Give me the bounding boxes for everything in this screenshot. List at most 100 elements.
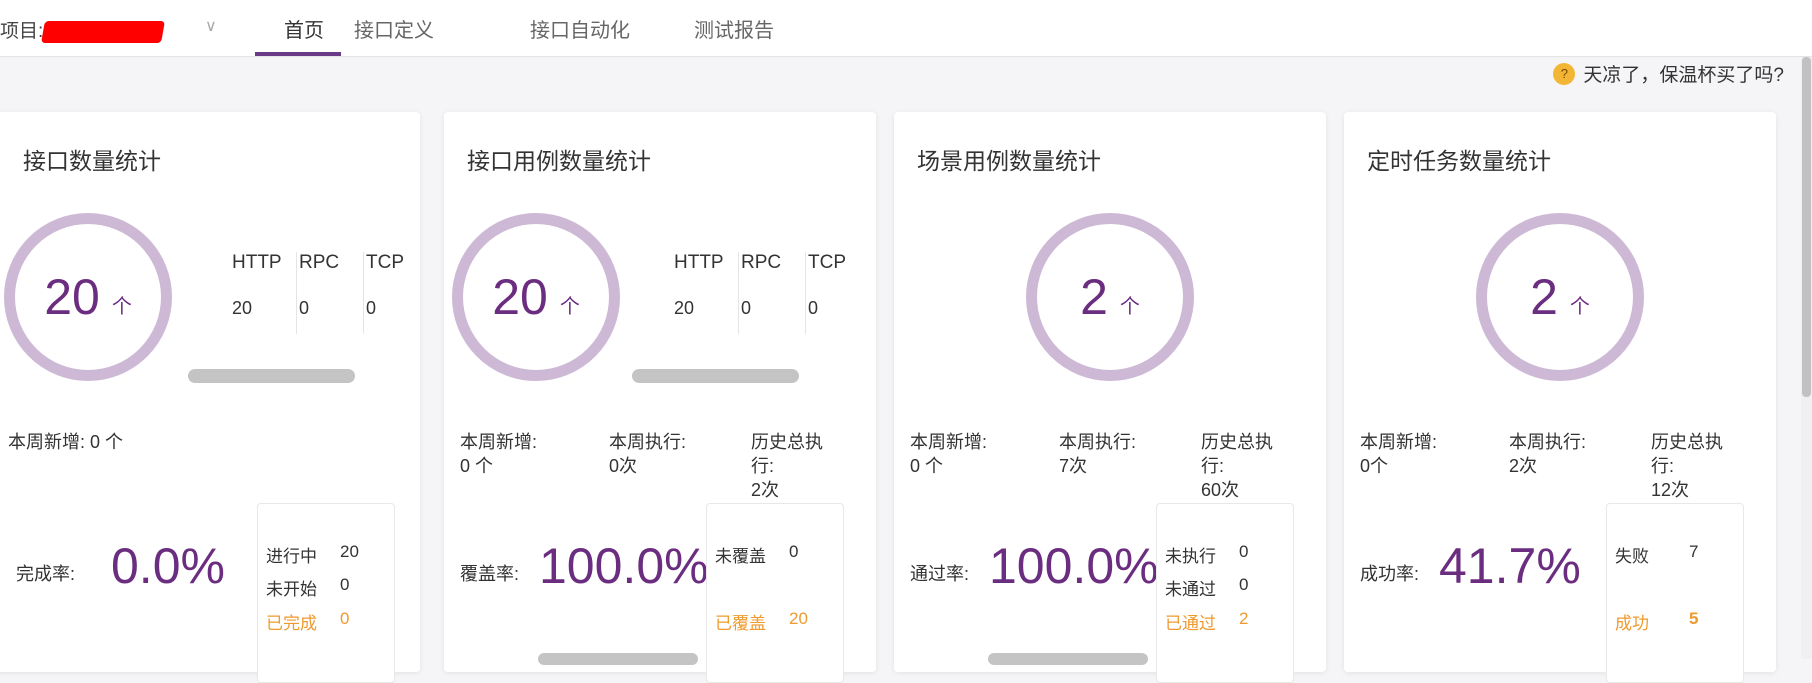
legend-box: 未执行 0 未通过 0 已通过 2 xyxy=(1156,503,1294,683)
rate-label: 覆盖率: xyxy=(460,564,520,584)
protocol-column: HTTP 20 xyxy=(672,252,739,334)
legend-label: 未执行 xyxy=(1165,547,1216,566)
rate-label: 完成率: xyxy=(16,564,76,584)
redacted-project-name xyxy=(41,20,166,43)
tab-test-report[interactable]: 测试报告 xyxy=(694,14,774,43)
count-value: 2 xyxy=(1080,269,1108,325)
protocol-table: HTTP 20 RPC 0 TCP 0 xyxy=(230,252,431,334)
protocol-column: HTTP 20 xyxy=(230,252,297,334)
count-unit: 个 xyxy=(111,295,132,318)
legend-label: 已通过 xyxy=(1165,614,1216,633)
protocol-table: HTTP 20 RPC 0 TCP 0 xyxy=(672,252,873,334)
count-unit: 个 xyxy=(1119,295,1140,318)
protocol-name: RPC xyxy=(741,252,782,273)
card-title: 接口数量统计 xyxy=(23,148,161,174)
chevron-down-icon[interactable]: ∨ xyxy=(205,16,217,36)
count-value: 20 xyxy=(492,269,548,325)
legend-box: 失败 7 成功 5 xyxy=(1606,503,1744,683)
legend-row: 失败 7 xyxy=(1615,542,1698,567)
protocol-name: HTTP xyxy=(232,252,282,273)
tab-home[interactable]: 首页 xyxy=(284,14,324,43)
card-title: 定时任务数量统计 xyxy=(1367,148,1551,174)
legend-label: 已完成 xyxy=(266,614,317,633)
protocol-column: RPC 0 xyxy=(739,252,806,334)
legend-row: 已覆盖 20 xyxy=(715,609,808,634)
project-selector[interactable]: 项目: xyxy=(0,16,166,43)
legend-value: 0 xyxy=(340,609,350,628)
count-unit: 个 xyxy=(559,295,580,318)
count-ring: 20 个 xyxy=(4,213,172,381)
protocol-name: TCP xyxy=(808,252,846,273)
count-ring: 20 个 xyxy=(452,213,620,381)
legend-label: 未开始 xyxy=(266,580,317,599)
legend-label: 失败 xyxy=(1615,547,1649,566)
count-ring: 2个 xyxy=(1476,213,1644,381)
count-unit: 个 xyxy=(1569,295,1590,318)
project-label: 项目: xyxy=(0,21,44,42)
top-nav: 项目: ∨ 首页 接口定义 接口自动化 测试报告 xyxy=(0,0,1812,57)
legend-box: 未覆盖 0 已覆盖 20 xyxy=(706,503,844,683)
legend-row: 未通过 0 xyxy=(1165,575,1248,600)
legend-value: 5 xyxy=(1689,609,1699,628)
stat-item: 历史总执 行: 12次 xyxy=(1651,432,1723,500)
legend-value: 0 xyxy=(789,542,799,561)
tip-banner: ? 天凉了，保温杯买了吗? xyxy=(1553,60,1784,87)
card-scenario-case-count: 场景用例数量统计 2 个本周新增: 0 个本周执行: 7次 历史总执 行: 60次 通过… xyxy=(894,112,1326,683)
legend-value: 20 xyxy=(789,609,808,628)
legend-row: 未开始 0 xyxy=(266,575,349,600)
tab-api-definition[interactable]: 接口定义 xyxy=(354,14,434,43)
stat-item: 本周新增: 0 个 xyxy=(8,432,124,452)
card-scheduled-task-count: 定时任务数量统计 2 个本周新增: 0个 本周执行: 2次 历史总执 行: 12次成功率… xyxy=(1344,112,1776,683)
rate-value: 41.7% xyxy=(1439,538,1581,594)
thinking-face-icon: ? xyxy=(1553,62,1576,85)
card-api-count: 接口数量统计 20 个 HTTP 20 RPC 0 TCP 0 本周新增: 0 个完成率: 0.0%… xyxy=(0,112,420,683)
protocol-column: TCP 0 xyxy=(364,252,431,334)
count-value: 20 xyxy=(44,269,100,325)
protocol-column: TCP 0 xyxy=(806,252,873,334)
tab-api-automation[interactable]: 接口自动化 xyxy=(530,14,630,43)
card-title: 场景用例数量统计 xyxy=(917,148,1101,174)
horizontal-scrollbar[interactable] xyxy=(538,653,698,665)
count-value: 2 xyxy=(1530,269,1558,325)
active-tab-indicator xyxy=(255,52,341,56)
legend-row: 已完成 0 xyxy=(266,609,349,634)
legend-row: 成功 5 xyxy=(1615,609,1698,634)
horizontal-scrollbar[interactable] xyxy=(988,653,1148,665)
stat-item: 历史总执 行: 60次 xyxy=(1201,432,1273,500)
legend-value: 0 xyxy=(340,575,350,594)
card-api-case-count: 接口用例数量统计 20 个 HTTP 20 RPC 0 TCP 0 本周新增: 0 个 本周执行: … xyxy=(444,112,876,683)
rate-value: 0.0% xyxy=(111,538,225,594)
count-ring: 2个 xyxy=(1026,213,1194,381)
card-title: 接口用例数量统计 xyxy=(467,148,651,174)
legend-label: 进行中 xyxy=(266,547,317,566)
legend-box: 进行中 20 未开始 0 已完成 0 xyxy=(257,503,395,683)
rate-value: 100.0% xyxy=(539,538,709,594)
legend-value: 20 xyxy=(340,542,359,561)
horizontal-scrollbar[interactable] xyxy=(188,369,355,383)
page-scrollbar[interactable] xyxy=(1801,57,1812,659)
stat-item: 历史总执 行: 2次 xyxy=(751,432,823,500)
scrollbar-thumb[interactable] xyxy=(1802,57,1811,397)
legend-value: 2 xyxy=(1239,609,1249,628)
protocol-count: 20 xyxy=(232,298,253,318)
protocol-count: 0 xyxy=(741,298,752,318)
stat-item: 本周执行: 2次 xyxy=(1509,432,1587,476)
legend-value: 0 xyxy=(1239,575,1249,594)
stat-item: 本周新增: 0个 xyxy=(1360,432,1438,476)
legend-label: 未覆盖 xyxy=(715,547,766,566)
protocol-column: RPC 0 xyxy=(297,252,364,334)
legend-row: 进行中 20 xyxy=(266,542,359,567)
protocol-name: RPC xyxy=(299,252,340,273)
rate-label: 通过率: xyxy=(910,564,970,584)
rate-label: 成功率: xyxy=(1360,564,1420,584)
tip-text: 天凉了，保温杯买了吗? xyxy=(1583,65,1784,86)
stat-item: 本周新增: 0 个 xyxy=(460,432,538,476)
legend-row: 已通过 2 xyxy=(1165,609,1248,634)
protocol-count: 0 xyxy=(808,298,819,318)
legend-label: 成功 xyxy=(1615,614,1649,633)
stat-item: 本周执行: 7次 xyxy=(1059,432,1137,476)
horizontal-scrollbar[interactable] xyxy=(632,369,799,383)
protocol-name: TCP xyxy=(366,252,404,273)
legend-row: 未执行 0 xyxy=(1165,542,1248,567)
legend-label: 已覆盖 xyxy=(715,614,766,633)
